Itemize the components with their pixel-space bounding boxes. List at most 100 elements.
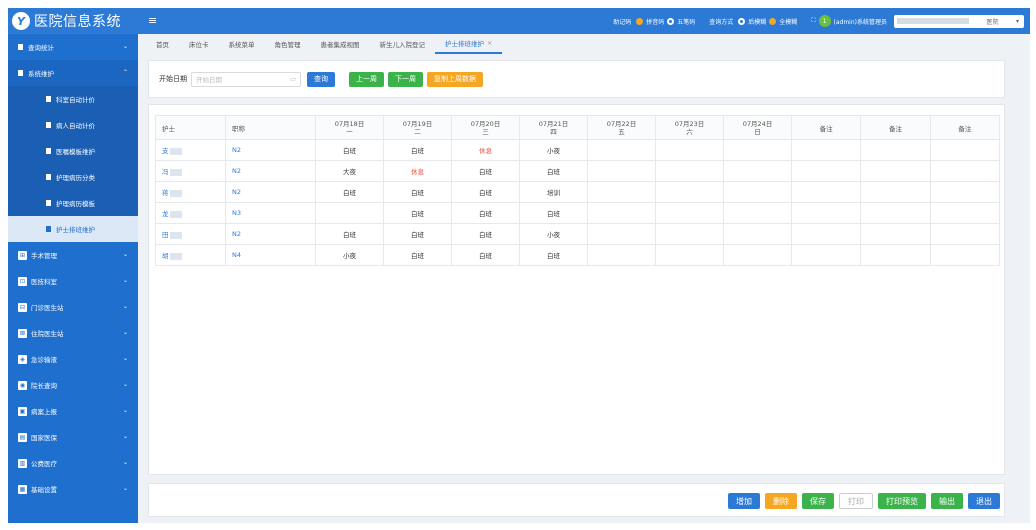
note-cell[interactable] — [929, 244, 1001, 266]
tab-0[interactable]: 首页 — [146, 34, 179, 54]
nurse-title[interactable]: N3 — [225, 202, 316, 224]
note-cell[interactable] — [860, 139, 931, 161]
tab-1[interactable]: 床位卡 — [179, 34, 219, 54]
shift-cell[interactable] — [723, 139, 792, 161]
shift-cell[interactable]: 白班 — [451, 181, 520, 203]
nurse-title[interactable]: N2 — [225, 181, 316, 203]
print-preview-button[interactable]: 打印预览 — [878, 493, 926, 509]
nurse-title[interactable]: N2 — [225, 160, 316, 182]
sidebar-item-7[interactable]: 护士排班维护 — [8, 216, 138, 242]
tab-5[interactable]: 新生儿入院登记 — [370, 34, 436, 54]
note-cell[interactable] — [790, 223, 862, 245]
shift-cell[interactable]: 白班 — [519, 244, 588, 266]
note-cell[interactable] — [929, 223, 1001, 245]
note-cell[interactable] — [790, 139, 862, 161]
hospital-select[interactable]: 医院 ▾ — [894, 14, 1024, 28]
sidebar-item-5[interactable]: 护理病历分类 — [8, 164, 138, 190]
note-cell[interactable] — [929, 202, 1001, 224]
shift-cell[interactable]: 白班 — [383, 139, 452, 161]
table-row[interactable]: 冯 N2 大夜 休息 白班 白班 — [155, 160, 1001, 182]
next-week-button[interactable]: 下一周 — [388, 71, 423, 87]
shift-cell[interactable]: 小夜 — [315, 244, 384, 266]
nurse-name[interactable]: 龙 — [155, 202, 226, 224]
close-icon[interactable]: × — [487, 39, 492, 47]
shift-cell[interactable]: 白班 — [451, 244, 520, 266]
sidebar-item-8[interactable]: ⊞ 手术管理 ⌄ — [8, 242, 138, 268]
sidebar-item-4[interactable]: 医嘱模板维护 — [8, 138, 138, 164]
delete-button[interactable]: 删除 — [765, 493, 797, 509]
shift-cell[interactable] — [587, 181, 656, 203]
shift-cell[interactable] — [655, 202, 724, 224]
suffix-fuzzy-radio[interactable] — [738, 17, 746, 25]
nurse-name[interactable]: 田 — [155, 223, 226, 245]
shift-cell[interactable] — [315, 202, 384, 224]
shift-cell[interactable]: 白班 — [315, 181, 384, 203]
shift-cell[interactable]: 白班 — [451, 160, 520, 182]
add-button[interactable]: 增加 — [728, 493, 760, 509]
shift-cell[interactable]: 白班 — [315, 139, 384, 161]
shift-cell[interactable]: 白班 — [519, 160, 588, 182]
sidebar-item-15[interactable]: ▤ 国家医保 ⌄ — [8, 424, 138, 450]
nurse-name[interactable]: 支 — [155, 139, 226, 161]
shift-cell[interactable] — [587, 202, 656, 224]
user-label[interactable]: (admin)系统管理员 — [834, 17, 887, 26]
sidebar-item-10[interactable]: ⊟ 门诊医生站 ⌄ — [8, 294, 138, 320]
shift-cell[interactable]: 白班 — [383, 202, 452, 224]
shift-cell[interactable]: 白班 — [451, 223, 520, 245]
sidebar-item-0[interactable]: 查询统计 ⌄ — [8, 34, 138, 60]
note-cell[interactable] — [860, 223, 931, 245]
sidebar-item-17[interactable]: ▦ 基础设置 ⌄ — [8, 476, 138, 502]
note-cell[interactable] — [790, 160, 862, 182]
table-row[interactable]: 龙 N3 白班 白班 白班 — [155, 202, 1001, 224]
shift-cell[interactable]: 小夜 — [519, 223, 588, 245]
note-cell[interactable] — [790, 244, 862, 266]
tab-2[interactable]: 系统菜单 — [219, 34, 265, 54]
copy-last-week-button[interactable]: 复制上周数据 — [427, 71, 483, 87]
shift-cell[interactable]: 小夜 — [519, 139, 588, 161]
shift-cell[interactable]: 休息 — [383, 160, 452, 182]
shift-cell[interactable]: 白班 — [383, 244, 452, 266]
shift-cell[interactable]: 白班 — [383, 181, 452, 203]
start-date-input[interactable]: 开始日期 ▭ — [191, 71, 301, 87]
tab-6[interactable]: 护士排班维护 × — [435, 34, 503, 54]
save-button[interactable]: 保存 — [802, 493, 834, 509]
shift-cell[interactable] — [587, 223, 656, 245]
shift-cell[interactable] — [655, 244, 724, 266]
tab-4[interactable]: 患者集成视图 — [311, 34, 370, 54]
query-button[interactable]: 查询 — [307, 71, 335, 87]
note-cell[interactable] — [929, 181, 1001, 203]
shift-cell[interactable]: 白班 — [451, 202, 520, 224]
shift-cell[interactable] — [723, 202, 792, 224]
note-cell[interactable] — [929, 139, 1001, 161]
tab-3[interactable]: 角色管理 — [265, 34, 311, 54]
shift-cell[interactable] — [655, 223, 724, 245]
sidebar-item-1[interactable]: 系统维护 ⌃ — [8, 60, 138, 86]
print-button[interactable]: 打印 — [839, 493, 873, 509]
pinyin-radio[interactable] — [636, 17, 644, 25]
sidebar-item-2[interactable]: 科室自动计价 — [8, 86, 138, 112]
note-cell[interactable] — [929, 160, 1001, 182]
nurse-title[interactable]: N2 — [225, 223, 316, 245]
sidebar-item-14[interactable]: ▣ 病案上报 ⌄ — [8, 398, 138, 424]
note-cell[interactable] — [860, 244, 931, 266]
nurse-name[interactable]: 冯 — [155, 160, 226, 182]
shift-cell[interactable] — [655, 181, 724, 203]
table-row[interactable]: 田 N2 白班 白班 白班 小夜 — [155, 223, 1001, 245]
menu-toggle-icon[interactable]: ≡ — [148, 14, 157, 27]
shift-cell[interactable] — [723, 244, 792, 266]
prev-week-button[interactable]: 上一周 — [349, 71, 384, 87]
note-cell[interactable] — [790, 181, 862, 203]
shift-cell[interactable] — [723, 223, 792, 245]
table-row[interactable]: 支 N2 白班 白班 休息 小夜 — [155, 139, 1001, 161]
sidebar-item-16[interactable]: ▥ 公费医疗 ⌄ — [8, 450, 138, 476]
shift-cell[interactable] — [655, 160, 724, 182]
sidebar-item-12[interactable]: ◈ 急诊输液 ⌄ — [8, 346, 138, 372]
table-row[interactable]: 蒋 N2 白班 白班 白班 培训 — [155, 181, 1001, 203]
shift-cell[interactable] — [723, 160, 792, 182]
shift-cell[interactable] — [587, 160, 656, 182]
shift-cell[interactable]: 白班 — [315, 223, 384, 245]
table-row[interactable]: 胡 N4 小夜 白班 白班 白班 — [155, 244, 1001, 266]
shift-cell[interactable]: 休息 — [451, 139, 520, 161]
sidebar-item-13[interactable]: ◉ 院长查询 ⌄ — [8, 372, 138, 398]
nurse-name[interactable]: 蒋 — [155, 181, 226, 203]
